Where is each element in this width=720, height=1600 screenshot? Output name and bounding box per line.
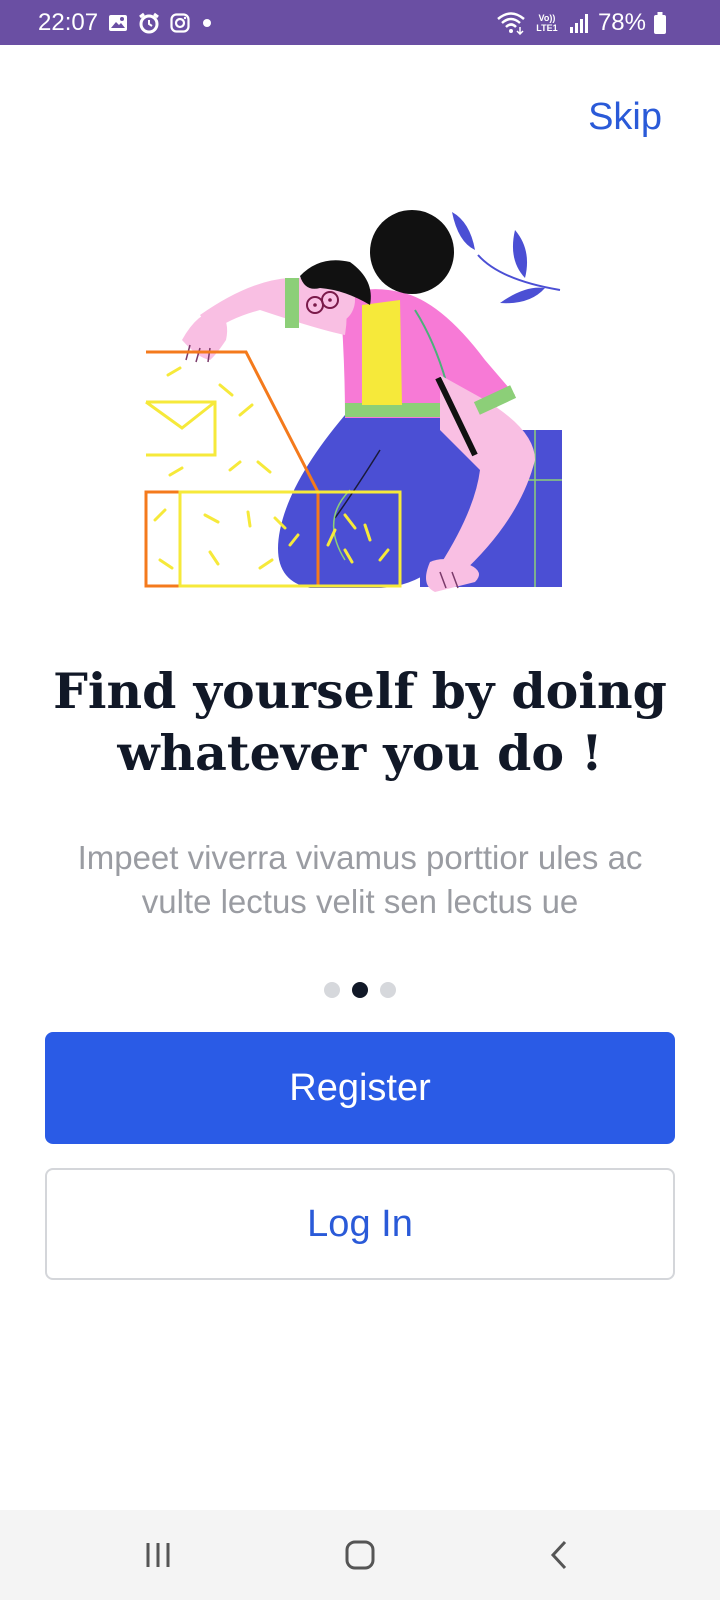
- gallery-icon: [108, 13, 128, 33]
- signal-icon: [568, 12, 590, 34]
- battery-percentage: 78%: [597, 8, 646, 36]
- onboarding-headline: Find yourself by doing whatever you do !: [53, 662, 667, 782]
- page-indicator-dot-2-active[interactable]: [352, 982, 368, 998]
- system-navigation-bar: [0, 1510, 720, 1600]
- status-bar-right: Vo)) LTE1 78%: [496, 0, 666, 45]
- home-icon[interactable]: [330, 1532, 390, 1578]
- alarm-icon: [138, 12, 160, 34]
- back-icon[interactable]: [530, 1532, 590, 1578]
- status-time: 22:07: [38, 8, 99, 36]
- page-indicator: [0, 982, 720, 998]
- dot-icon: [200, 16, 214, 30]
- skip-button[interactable]: Skip: [588, 96, 662, 139]
- battery-icon: [654, 11, 666, 34]
- onboarding-description: Impeet viverra vivamus porttior ules ac …: [77, 839, 643, 920]
- lte-icon: Vo)) LTE1: [536, 12, 558, 33]
- page-indicator-dot-1[interactable]: [324, 982, 340, 998]
- onboarding-illustration: [140, 200, 580, 610]
- status-bar: 22:07 Vo)) LTE1 78%: [0, 0, 720, 45]
- status-bar-left: 22:07: [38, 0, 214, 45]
- recent-apps-icon[interactable]: [128, 1532, 188, 1578]
- register-button[interactable]: Register: [45, 1032, 675, 1144]
- page-indicator-dot-3[interactable]: [380, 982, 396, 998]
- instagram-icon: [170, 12, 190, 33]
- woman-with-box-illustration: [144, 210, 562, 592]
- login-button[interactable]: Log In: [45, 1168, 675, 1280]
- wifi-icon: [496, 11, 526, 35]
